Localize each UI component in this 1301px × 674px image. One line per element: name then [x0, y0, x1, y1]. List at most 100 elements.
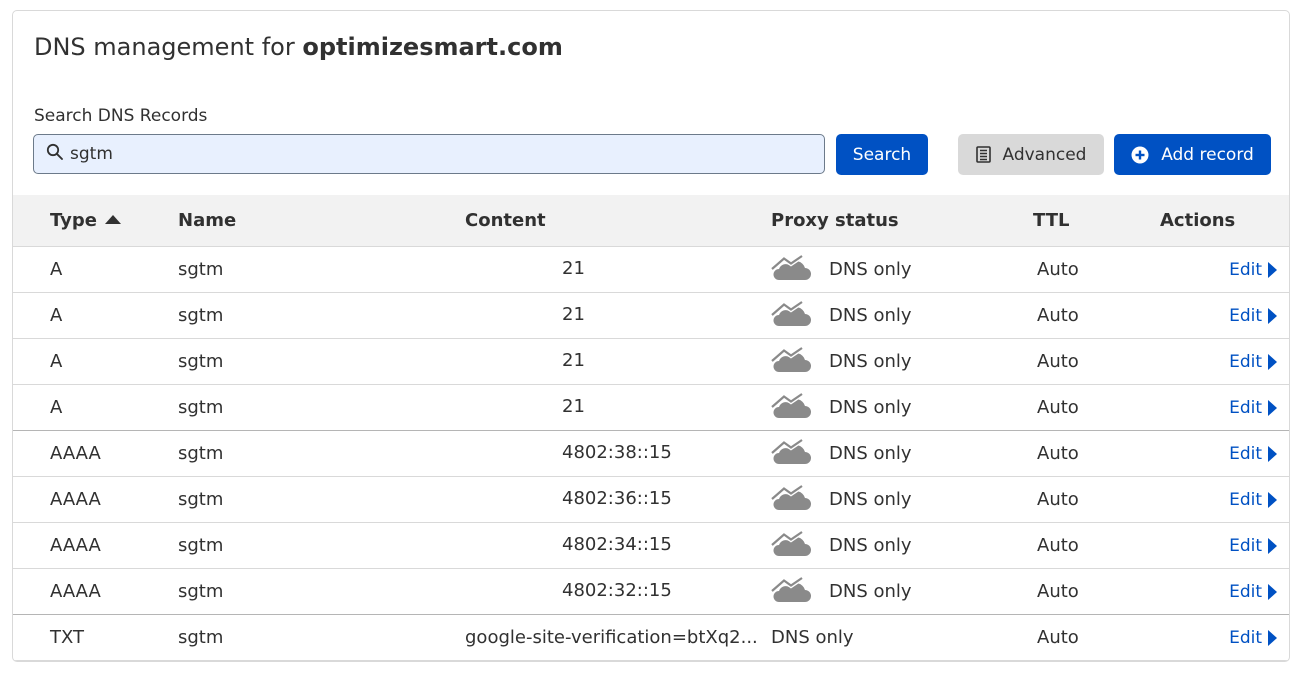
- record-name: sgtm: [178, 384, 465, 431]
- record-actions: Edit: [1157, 476, 1289, 523]
- dns-management-panel: DNS management for optimizesmart.com Sea…: [12, 10, 1290, 662]
- record-actions: Edit: [1157, 338, 1289, 385]
- edit-record-link[interactable]: Edit: [1229, 352, 1277, 372]
- cloud-off-icon: [770, 299, 813, 329]
- table-row: AAAA sgtm 2 4802:38::15 DNS only Auto Edit: [13, 430, 1289, 477]
- caret-right-icon: [1268, 491, 1277, 508]
- advanced-button[interactable]: Advanced: [958, 134, 1104, 175]
- table-row: Asgtm 2 21 DNS only Auto Edit: [13, 384, 1289, 431]
- edit-record-link[interactable]: Edit: [1229, 444, 1277, 464]
- record-content-end: 21: [562, 396, 585, 417]
- cloud-off-icon: [770, 345, 813, 375]
- edit-record-label: Edit: [1229, 259, 1262, 280]
- caret-right-icon: [1268, 629, 1277, 646]
- caret-right-icon: [1268, 583, 1277, 600]
- edit-record-label: Edit: [1229, 397, 1262, 418]
- table-row: TXT sgtm google-site-verification=btXq2...…: [13, 614, 1289, 661]
- edit-record-link[interactable]: Edit: [1229, 582, 1277, 602]
- edit-record-link[interactable]: Edit: [1229, 306, 1277, 326]
- record-actions: Edit: [1157, 522, 1289, 569]
- edit-record-label: Edit: [1229, 627, 1262, 648]
- record-content-start: 2: [465, 350, 477, 371]
- proxy-status-text: DNS only: [829, 304, 912, 326]
- edit-record-link[interactable]: Edit: [1229, 398, 1277, 418]
- column-header-type[interactable]: Type: [13, 195, 178, 247]
- record-content-cell: google-site-verification=btXq2...: [465, 614, 771, 661]
- record-content-start: 2: [465, 534, 477, 555]
- record-actions: Edit: [1157, 292, 1289, 339]
- record-content-start: 2: [465, 258, 477, 279]
- record-actions: Edit: [1157, 430, 1289, 477]
- table-row: Asgtm 2 21 DNS only Auto Edit: [13, 246, 1289, 293]
- proxy-status-text: DNS only: [829, 488, 912, 510]
- table-row: Asgtm 2 21 DNS only Auto Edit: [13, 292, 1289, 339]
- record-name: sgtm: [178, 338, 465, 385]
- caret-right-icon: [1268, 307, 1277, 324]
- record-content-end: 4802:32::15: [562, 580, 672, 601]
- dns-records-table: Type Name Content Proxy status TTL Actio…: [13, 195, 1289, 661]
- add-record-button[interactable]: Add record: [1114, 134, 1271, 175]
- table-row: Asgtm 2 21 DNS only Auto Edit: [13, 338, 1289, 385]
- record-name: sgtm: [178, 614, 465, 661]
- record-content-end: 21: [562, 258, 585, 279]
- page-title-domain: optimizesmart.com: [302, 33, 563, 61]
- record-ttl: Auto: [1033, 614, 1157, 661]
- record-name: sgtm: [178, 568, 465, 615]
- record-content: 2 21: [465, 258, 765, 280]
- record-ttl: Auto: [1033, 384, 1157, 431]
- record-type: AAAA: [13, 430, 178, 477]
- sort-ascending-icon: [104, 214, 121, 224]
- record-proxy-status: DNS only: [770, 384, 1033, 431]
- caret-right-icon: [1268, 537, 1277, 554]
- page-title: DNS management for optimizesmart.com: [34, 33, 563, 61]
- cloud-off-icon: [770, 253, 813, 283]
- record-ttl: Auto: [1033, 568, 1157, 615]
- edit-record-link[interactable]: Edit: [1229, 536, 1277, 556]
- column-header-content[interactable]: Content: [465, 195, 771, 247]
- record-name: sgtm: [178, 246, 465, 293]
- record-content: 2 21: [465, 304, 765, 326]
- edit-record-link[interactable]: Edit: [1229, 628, 1277, 648]
- record-name: sgtm: [178, 476, 465, 523]
- record-proxy-status: DNS only: [771, 614, 1033, 661]
- search-button[interactable]: Search: [836, 134, 928, 175]
- record-actions: Edit: [1157, 614, 1289, 661]
- proxy-status-text: DNS only: [829, 350, 912, 372]
- record-content: 2 4802:38::15: [465, 442, 765, 464]
- edit-record-link[interactable]: Edit: [1229, 260, 1277, 280]
- edit-record-label: Edit: [1229, 489, 1262, 510]
- cloud-off-icon: [770, 575, 813, 605]
- record-type: A: [13, 292, 178, 339]
- record-proxy-status: DNS only: [770, 292, 1033, 339]
- record-name: sgtm: [178, 522, 465, 569]
- record-ttl: Auto: [1033, 338, 1157, 385]
- record-content-end: 21: [562, 304, 585, 325]
- caret-right-icon: [1268, 399, 1277, 416]
- edit-record-label: Edit: [1229, 305, 1262, 326]
- column-header-name[interactable]: Name: [178, 195, 465, 247]
- record-content-start: 2: [465, 580, 477, 601]
- proxy-status-text: DNS only: [829, 258, 912, 280]
- caret-right-icon: [1268, 445, 1277, 462]
- edit-record-label: Edit: [1229, 351, 1262, 372]
- record-content-end: 21: [562, 350, 585, 371]
- column-header-proxy-status[interactable]: Proxy status: [771, 195, 1033, 247]
- table-header-row: Type Name Content Proxy status TTL Actio…: [13, 195, 1289, 247]
- record-ttl: Auto: [1033, 292, 1157, 339]
- record-name: sgtm: [178, 292, 465, 339]
- record-type: A: [13, 338, 178, 385]
- column-header-ttl[interactable]: TTL: [1033, 195, 1157, 247]
- advanced-button-label: Advanced: [1002, 144, 1087, 165]
- search-field[interactable]: [33, 134, 825, 174]
- record-content: 2 21: [465, 396, 765, 418]
- edit-record-link[interactable]: Edit: [1229, 490, 1277, 510]
- add-record-button-label: Add record: [1161, 144, 1254, 165]
- record-content-cell: 2 21: [465, 292, 771, 339]
- proxy-status-text: DNS only: [829, 580, 912, 602]
- edit-record-label: Edit: [1229, 535, 1262, 556]
- plus-circle-icon: [1131, 146, 1149, 164]
- cloud-off-icon: [770, 437, 813, 467]
- record-content: 2 21: [465, 350, 765, 372]
- search-input[interactable]: [70, 144, 770, 164]
- record-content-cell: 2 4802:34::15: [465, 522, 771, 569]
